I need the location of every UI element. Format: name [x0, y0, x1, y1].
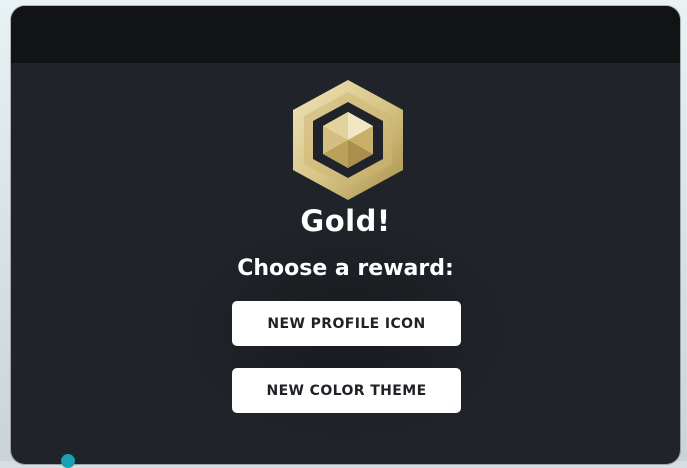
result-title: Gold! — [300, 204, 391, 238]
reward-dialog: Gold! Choose a reward: NEW PROFILE ICON … — [11, 6, 680, 464]
new-profile-icon-button[interactable]: NEW PROFILE ICON — [232, 301, 461, 346]
gold-hexagon-badge-icon — [293, 80, 403, 200]
status-dot-icon — [61, 454, 75, 468]
dialog-header-bar — [11, 6, 680, 63]
reward-prompt: Choose a reward: — [237, 256, 454, 281]
app-frame: Gold! Choose a reward: NEW PROFILE ICON … — [0, 0, 687, 468]
new-color-theme-button[interactable]: NEW COLOR THEME — [232, 368, 461, 413]
